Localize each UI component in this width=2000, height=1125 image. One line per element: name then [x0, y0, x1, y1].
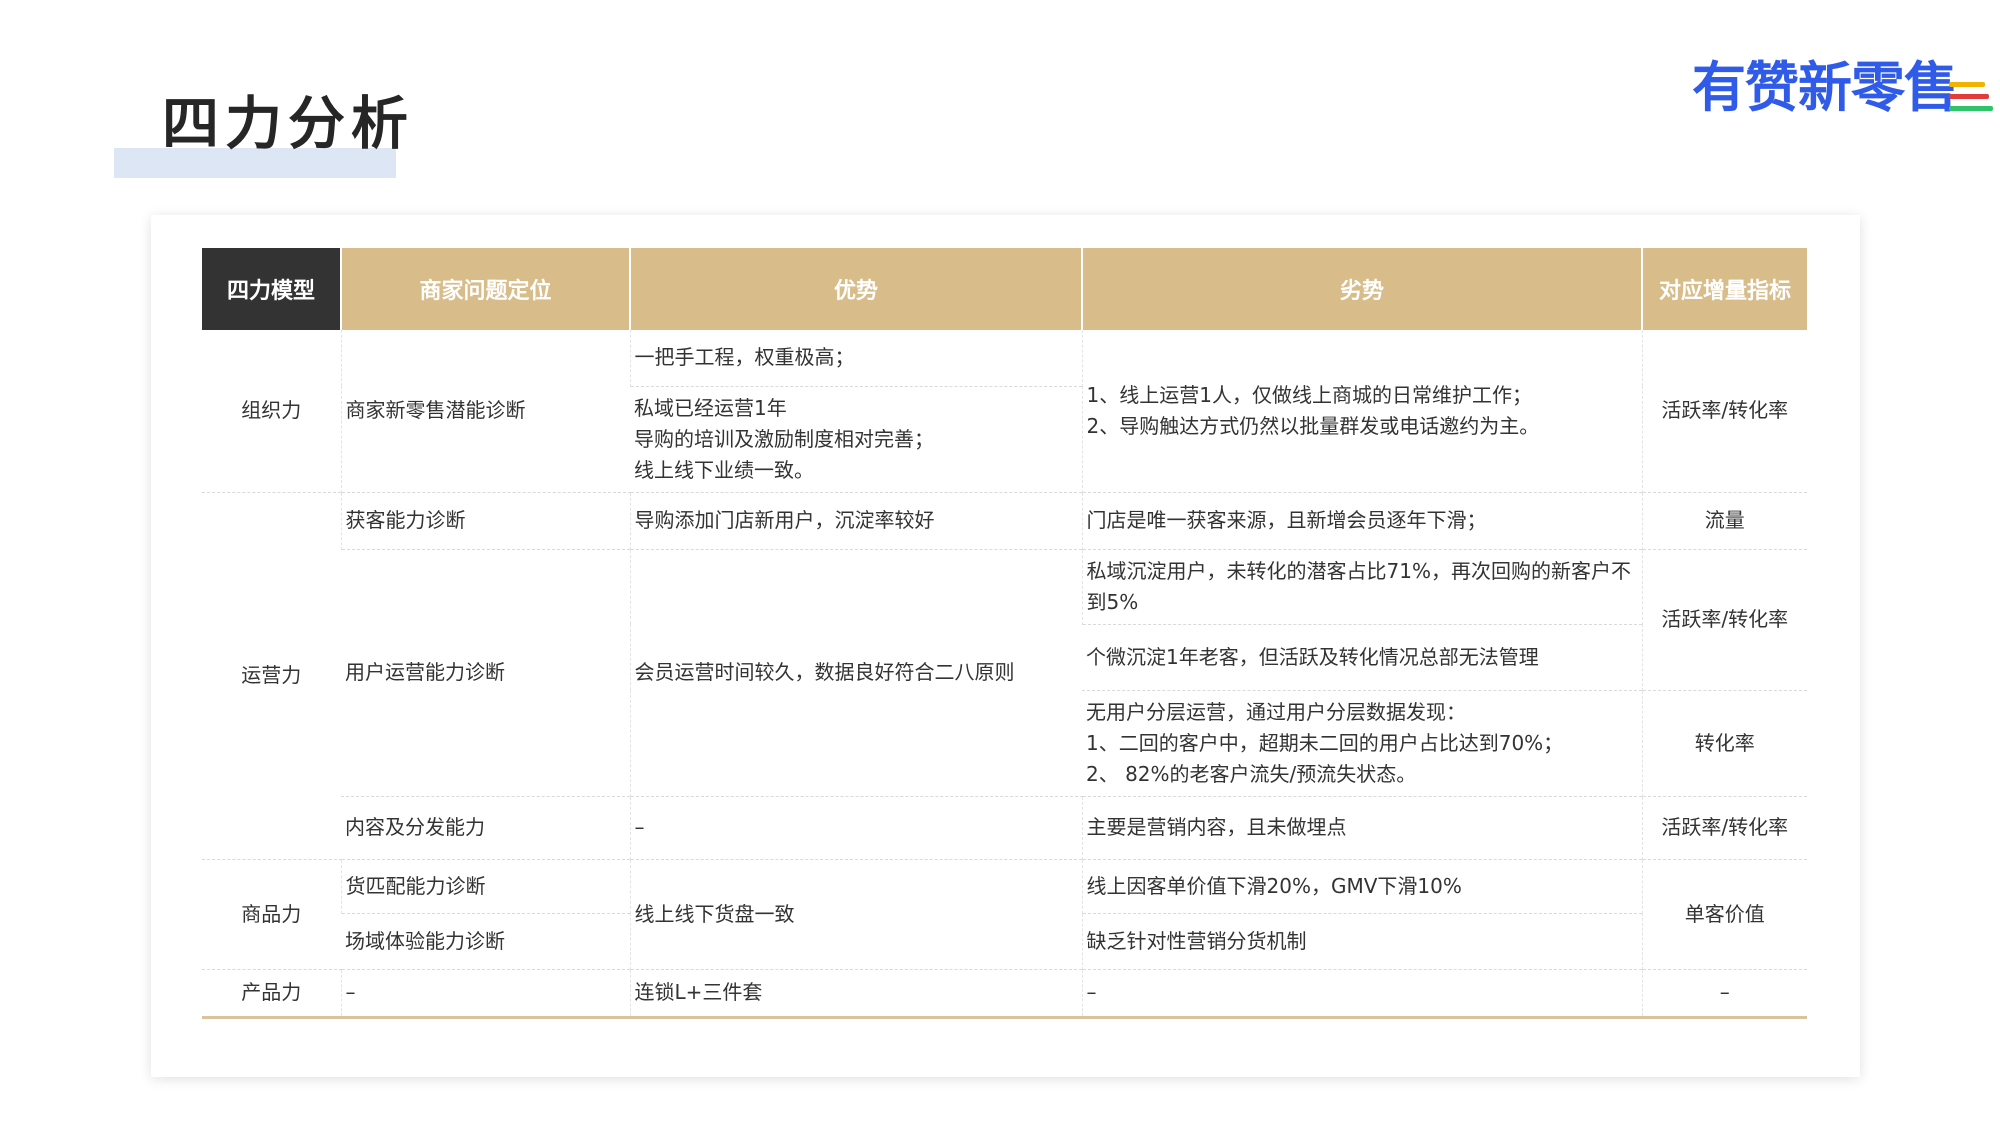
advantage-cell: 连锁L+三件套	[629, 968, 1082, 1019]
header-model: 四力模型	[202, 248, 341, 330]
metric-cell: 单客价值	[1641, 858, 1807, 969]
page-title: 四力分析	[162, 91, 414, 157]
metric-cell: –	[1641, 968, 1807, 1019]
advantage-cell: 私域已经运营1年 导购的培训及激励制度相对完善； 线上线下业绩一致。	[630, 385, 1082, 492]
advantage-cell: 一把手工程，权重极高；	[629, 330, 1082, 386]
table-row: 组织力 商家新零售潜能诊断 一把手工程，权重极高； 1、线上运营1人，仅做线上商…	[202, 330, 1807, 492]
text-line: 1、线上运营1人，仅做线上商城的日常维护工作；	[1086, 382, 1532, 407]
metric-cell: 活跃率/转化率	[1641, 795, 1807, 859]
table-row: 用户运营能力诊断 会员运营时间较久，数据良好符合二八原则 私域沉淀用户，未转化的…	[202, 548, 1807, 796]
category-ops: 运营力	[202, 491, 341, 859]
disadvantage-cell: 个微沉淀1年老客，但活跃及转化情况总部无法管理	[1082, 623, 1642, 690]
disadvantage-cell: 1、线上运营1人，仅做线上商城的日常维护工作； 2、导购触达方式仍然以批量群发或…	[1081, 330, 1642, 492]
header-disadvantage: 劣势	[1081, 248, 1642, 330]
four-forces-table: 四力模型 商家问题定位 优势 劣势 对应增量指标 组织力 商家新零售潜能诊断 一…	[202, 248, 1807, 1019]
disadvantage-cell: –	[1081, 968, 1642, 1019]
problem-cell: 场域体验能力诊断	[341, 912, 630, 969]
problem-cell: 获客能力诊断	[340, 491, 630, 549]
metric-cell: 活跃率/转化率	[1641, 330, 1807, 492]
text-line: 导购的培训及激励制度相对完善；	[634, 426, 934, 451]
header-advantage: 优势	[629, 248, 1082, 330]
text-line: 私域已经运营1年	[634, 395, 787, 420]
header-metric: 对应增量指标	[1641, 248, 1807, 330]
advantage-cell: –	[629, 795, 1082, 859]
advantage-cell: 导购添加门店新用户，沉淀率较好	[629, 491, 1082, 549]
disadvantage-cell: 无用户分层运营，通过用户分层数据发现： 1、二回的客户中，超期未二回的用户占比达…	[1082, 689, 1642, 796]
table-row: 运营力 获客能力诊断 导购添加门店新用户，沉淀率较好 门店是唯一获客来源，且新增…	[202, 491, 1807, 859]
disadvantage-cell: 主要是营销内容，且未做埋点	[1081, 795, 1642, 859]
problem-cell: 用户运营能力诊断	[341, 548, 630, 796]
problem-cell: 货匹配能力诊断	[340, 858, 630, 913]
category-product: 产品力	[202, 968, 341, 1019]
header-problem: 商家问题定位	[340, 248, 630, 330]
problem-cell: 商家新零售潜能诊断	[340, 330, 630, 492]
text-line: 2、导购触达方式仍然以批量群发或电话邀约为主。	[1086, 413, 1540, 438]
text-line: 无用户分层运营，通过用户分层数据发现：	[1086, 699, 1466, 724]
disadvantage-cell: 门店是唯一获客来源，且新增会员逐年下滑；	[1081, 491, 1642, 549]
logo-color-bars	[1949, 54, 1993, 122]
text-line: 1、二回的客户中，超期未二回的用户占比达到70%；	[1086, 730, 1564, 755]
table-row: 内容及分发能力 – 主要是营销内容，且未做埋点 活跃率/转化率	[202, 795, 1807, 859]
metric-cell: 流量	[1641, 491, 1807, 549]
header-row: 四力模型 商家问题定位 优势 劣势 对应增量指标	[202, 248, 1807, 330]
disadvantage-cell: 缺乏针对性营销分货机制	[1081, 912, 1642, 969]
disadvantage-cell: 线上因客单价值下滑20%，GMV下滑10%	[1081, 858, 1642, 913]
text-line: 线上线下业绩一致。	[634, 457, 814, 482]
metric-cell: 活跃率/转化率	[1641, 548, 1807, 690]
disadvantage-cell: 私域沉淀用户，未转化的潜客占比71%，再次回购的新客户不到5%	[1081, 548, 1642, 624]
problem-cell: 内容及分发能力	[341, 795, 630, 859]
metric-cell: 转化率	[1641, 689, 1807, 796]
logo-text: 有赞新零售	[1692, 56, 1958, 119]
category-goods: 商品力	[202, 858, 341, 969]
table-row: 产品力 – 连锁L+三件套 – –	[202, 968, 1807, 1019]
table-row: 商品力 货匹配能力诊断 线上线下货盘一致 线上因客单价值下滑20%，GMV下滑1…	[202, 858, 1807, 969]
advantage-cell: 线上线下货盘一致	[629, 858, 1082, 969]
advantage-cell: 会员运营时间较久，数据良好符合二八原则	[629, 548, 1082, 796]
brand-logo: 有赞新零售	[1692, 54, 1993, 122]
problem-cell: –	[340, 968, 630, 1019]
text-line: 2、 82%的老客户流失/预流失状态。	[1086, 761, 1417, 786]
category-org: 组织力	[241, 398, 302, 423]
table-card: 四力模型 商家问题定位 优势 劣势 对应增量指标 组织力 商家新零售潜能诊断 一…	[151, 215, 1860, 1077]
